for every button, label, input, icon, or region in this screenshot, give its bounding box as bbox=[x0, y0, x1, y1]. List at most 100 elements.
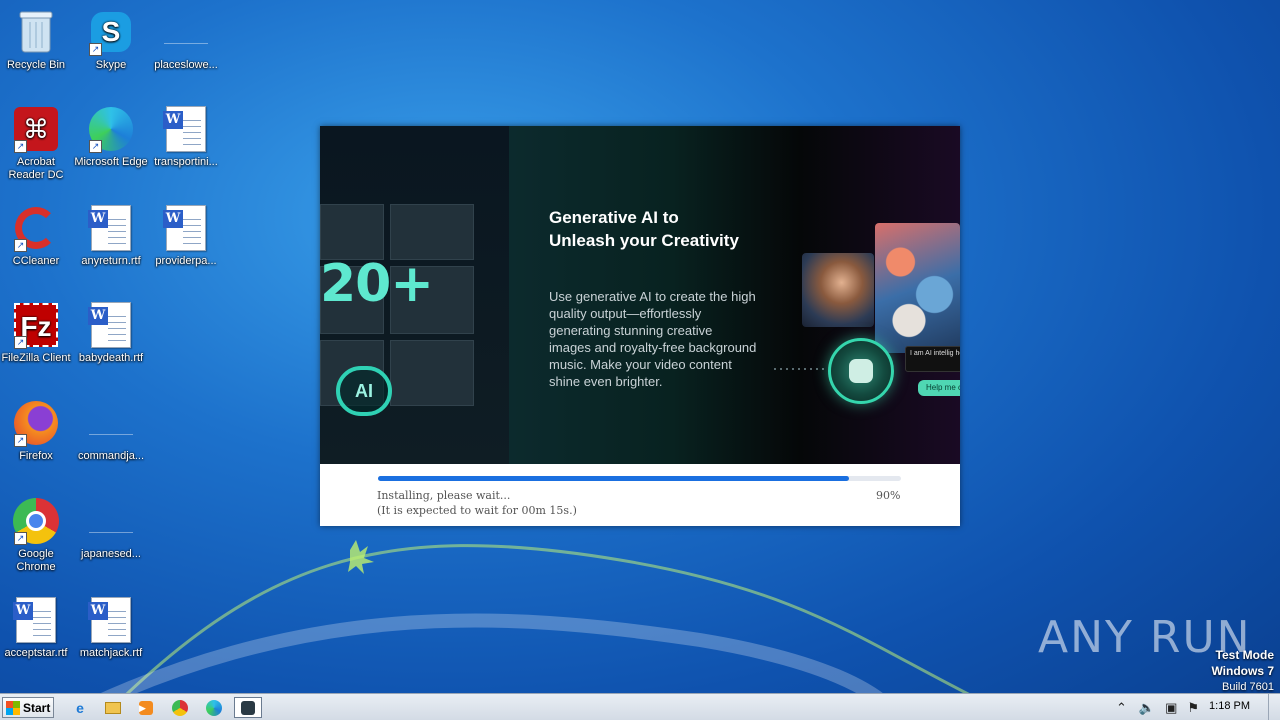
show-desktop-button[interactable] bbox=[1268, 694, 1280, 720]
shortcut-arrow-icon: ↗ bbox=[14, 336, 27, 349]
start-button[interactable]: Start bbox=[2, 697, 54, 718]
build-label: Build 7601 bbox=[1222, 681, 1274, 693]
chrome-taskbar-icon[interactable] bbox=[168, 697, 192, 718]
chat-bubble: I am AI intellig how can I help bbox=[905, 346, 960, 372]
word-document-icon: W bbox=[12, 596, 60, 644]
word-document-icon: W bbox=[162, 105, 210, 153]
feature-count: 20+ bbox=[320, 254, 434, 314]
test-mode-label: Test Mode bbox=[1215, 648, 1274, 662]
thumbnail-tile bbox=[320, 204, 384, 260]
desktop-icon-providerpa[interactable]: W providerpa... bbox=[148, 204, 224, 268]
ai-headphones-icon: AI bbox=[336, 366, 392, 416]
promo-description: Use generative AI to create the high qua… bbox=[549, 289, 757, 389]
shortcut-arrow-icon: ↗ bbox=[14, 434, 27, 447]
acrobat-icon: ⌘ ↗ bbox=[12, 105, 60, 153]
media-player-taskbar-icon[interactable]: ▶ bbox=[134, 697, 158, 718]
desktop-icon-label: Skype bbox=[95, 59, 127, 71]
desktop-icon-label: Recycle Bin bbox=[6, 59, 66, 71]
status-text: Installing, please wait... bbox=[377, 489, 511, 502]
thumbnail-tile bbox=[390, 204, 474, 260]
desktop-icon-acceptstar[interactable]: W acceptstar.rtf bbox=[0, 596, 74, 660]
progress-area: Installing, please wait... (It is expect… bbox=[320, 464, 960, 526]
desktop-icon-label: CCleaner bbox=[12, 255, 60, 267]
desktop-icon-filezilla[interactable]: Fz ↗ FileZilla Client bbox=[0, 301, 74, 365]
windows-logo-icon bbox=[6, 700, 20, 715]
promo-headline: Generative AI to Unleash your Creativity bbox=[549, 208, 739, 250]
network-icon[interactable]: ▣ bbox=[1165, 700, 1177, 716]
desktop-icon-label: transportini... bbox=[154, 156, 218, 168]
clock[interactable]: 1:18 PM bbox=[1209, 700, 1250, 712]
thumbnail-tile bbox=[390, 340, 474, 406]
ai-assistant-orb-icon bbox=[828, 338, 894, 404]
desktop-icon-edge[interactable]: ↗ Microsoft Edge bbox=[73, 105, 149, 169]
filezilla-icon: Fz ↗ bbox=[12, 301, 60, 349]
tray-expand-icon[interactable]: ⌃ bbox=[1116, 700, 1127, 716]
feature-collage: 20+ AI bbox=[320, 126, 509, 464]
ccleaner-icon: ↗ bbox=[12, 204, 60, 252]
desktop-icon-label: commandja... bbox=[77, 450, 145, 462]
installer-taskbar-icon[interactable] bbox=[234, 697, 262, 718]
ai-badge-label: AI bbox=[355, 380, 373, 401]
desktop-icon-label: FileZilla Client bbox=[1, 352, 71, 364]
shortcut-arrow-icon: ↗ bbox=[89, 140, 102, 153]
taskbar: Start e ▶ ⌃ 🔈 ▣ ⚑ 1:18 PM bbox=[0, 693, 1280, 720]
start-label: Start bbox=[23, 700, 51, 715]
desktop-icon-transportini[interactable]: W transportini... bbox=[148, 105, 224, 169]
word-document-icon: W bbox=[87, 301, 135, 349]
desktop-icon-ccleaner[interactable]: ↗ CCleaner bbox=[0, 204, 74, 268]
progress-bar bbox=[378, 476, 901, 481]
chrome-icon: ↗ bbox=[12, 497, 60, 545]
generated-art-photo bbox=[875, 223, 960, 353]
desktop-icon-placeslowe[interactable]: placeslowe... bbox=[148, 8, 224, 72]
system-tray: ⌃ 🔈 ▣ ⚑ bbox=[1106, 694, 1280, 720]
test-mode-notice: Test Mode Windows 7 Build 7601 bbox=[1211, 648, 1274, 695]
desktop-icon-matchjack[interactable]: W matchjack.rtf bbox=[73, 596, 149, 660]
desktop-icon-label: acceptstar.rtf bbox=[4, 647, 68, 659]
installer-window[interactable]: 20+ AI Generative AI to Unleash your Cre… bbox=[320, 126, 960, 526]
desktop-icon-chrome[interactable]: ↗ Google Chrome bbox=[0, 497, 74, 574]
promo-banner: 20+ AI Generative AI to Unleash your Cre… bbox=[320, 126, 960, 464]
edge-icon: ↗ bbox=[87, 105, 135, 153]
desktop-icon-anyreturn[interactable]: W anyreturn.rtf bbox=[73, 204, 149, 268]
desktop-icon-label: japanesed... bbox=[81, 548, 141, 560]
word-document-icon: W bbox=[87, 596, 135, 644]
blank-file-icon bbox=[162, 8, 210, 56]
desktop-icon-label: matchjack.rtf bbox=[79, 647, 143, 659]
desktop-icon-label: Acrobat Reader DC bbox=[8, 156, 64, 181]
desktop-icon-label: providerpa... bbox=[155, 255, 217, 267]
desktop-icon-acrobat[interactable]: ⌘ ↗ Acrobat Reader DC bbox=[0, 105, 74, 182]
skype-icon: S ↗ bbox=[87, 8, 135, 56]
help-me-pill: Help me c bbox=[918, 380, 960, 396]
desktop-icon-label: placeslowe... bbox=[154, 59, 218, 71]
firefox-icon: ↗ bbox=[12, 399, 60, 447]
explorer-taskbar-icon[interactable] bbox=[101, 697, 125, 718]
desktop-icon-label: Microsoft Edge bbox=[74, 156, 148, 168]
dotted-connector bbox=[774, 368, 824, 370]
progress-percent: 90% bbox=[876, 489, 901, 502]
shortcut-arrow-icon: ↗ bbox=[89, 43, 102, 56]
desktop-icon-recycle-bin[interactable]: Recycle Bin bbox=[0, 8, 74, 72]
desktop-icon-babydeath[interactable]: W babydeath.rtf bbox=[73, 301, 149, 365]
desktop-icon-label: Firefox bbox=[19, 450, 53, 462]
progress-fill bbox=[378, 476, 849, 481]
os-label: Windows 7 bbox=[1211, 664, 1274, 678]
shortcut-arrow-icon: ↗ bbox=[14, 140, 27, 153]
desktop-icon-label: babydeath.rtf bbox=[78, 352, 144, 364]
desktop-icon-label: anyreturn.rtf bbox=[81, 255, 141, 267]
desktop-icon-commandja[interactable]: commandja... bbox=[73, 399, 149, 463]
blank-file-icon bbox=[87, 497, 135, 545]
desktop-icon-label: Google Chrome bbox=[16, 548, 56, 573]
edge-taskbar-icon[interactable] bbox=[202, 697, 226, 718]
desktop-icon-japanesed[interactable]: japanesed... bbox=[73, 497, 149, 561]
desktop-icon-skype[interactable]: S ↗ Skype bbox=[73, 8, 149, 72]
word-document-icon: W bbox=[87, 204, 135, 252]
volume-icon[interactable]: 🔈 bbox=[1139, 700, 1155, 716]
blank-file-icon bbox=[87, 399, 135, 447]
desktop-icon-firefox[interactable]: ↗ Firefox bbox=[0, 399, 74, 463]
shortcut-arrow-icon: ↗ bbox=[14, 532, 27, 545]
shortcut-arrow-icon: ↗ bbox=[14, 239, 27, 252]
ie-taskbar-icon[interactable]: e bbox=[68, 697, 92, 718]
eta-text: (It is expected to wait for 00m 15s.) bbox=[377, 504, 577, 517]
recycle-bin-icon bbox=[12, 8, 60, 56]
action-center-flag-icon[interactable]: ⚑ bbox=[1187, 700, 1199, 716]
